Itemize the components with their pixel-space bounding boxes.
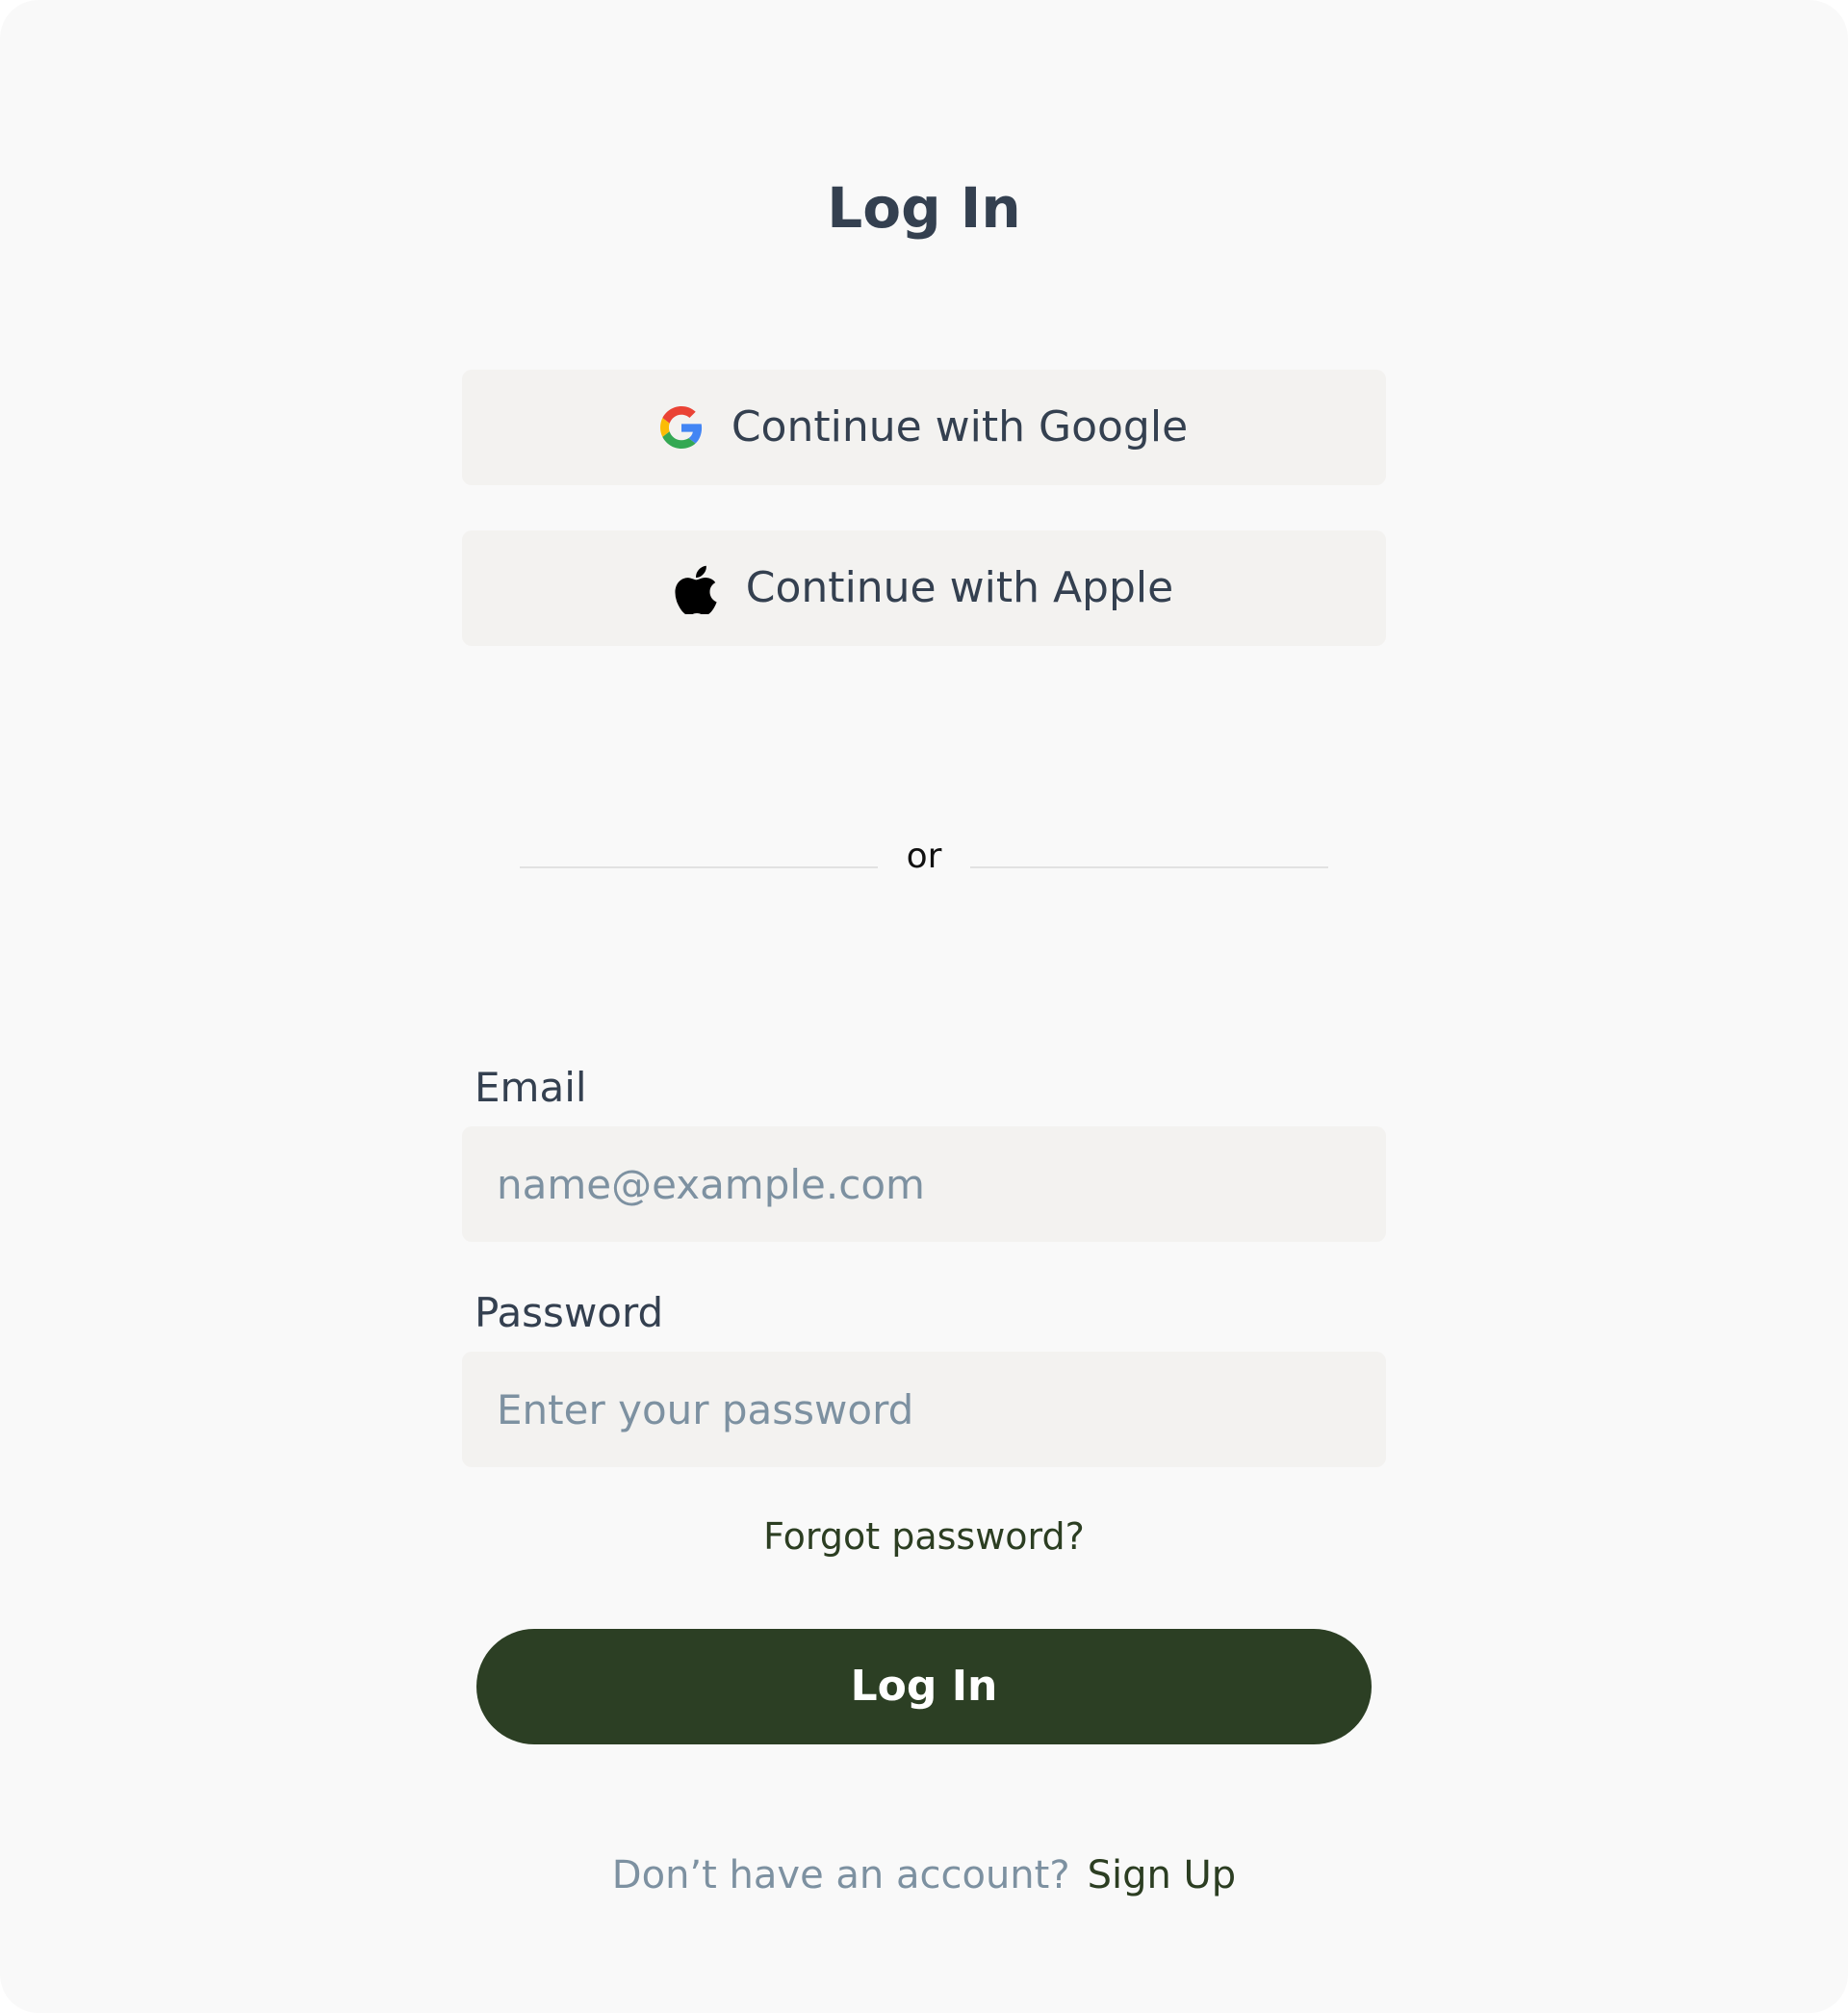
signup-row: Don’t have an account? Sign Up — [0, 1850, 1848, 1900]
continue-with-apple-button[interactable]: Continue with Apple — [462, 530, 1386, 646]
apple-icon — [675, 562, 717, 616]
divider-line-right — [970, 866, 1328, 868]
continue-with-apple-label: Continue with Apple — [745, 563, 1174, 612]
email-field[interactable] — [462, 1126, 1386, 1242]
or-divider: or — [520, 836, 1328, 878]
continue-with-google-label: Continue with Google — [731, 402, 1189, 452]
login-button-label: Log In — [850, 1662, 998, 1711]
continue-with-google-button[interactable]: Continue with Google — [462, 370, 1386, 485]
password-label: Password — [475, 1289, 664, 1336]
divider-text: or — [906, 837, 942, 876]
forgot-password-link[interactable]: Forgot password? — [763, 1515, 1085, 1558]
login-button[interactable]: Log In — [476, 1629, 1372, 1744]
google-icon — [659, 406, 703, 449]
sign-up-link[interactable]: Sign Up — [1088, 1853, 1237, 1897]
password-field[interactable] — [462, 1352, 1386, 1467]
signup-prompt: Don’t have an account? — [611, 1853, 1070, 1897]
email-label: Email — [475, 1064, 587, 1111]
forgot-password-row: Forgot password? — [0, 1511, 1848, 1561]
login-card: Log In Continue with Google Continue wit… — [0, 0, 1848, 2013]
page-title: Log In — [827, 175, 1021, 241]
